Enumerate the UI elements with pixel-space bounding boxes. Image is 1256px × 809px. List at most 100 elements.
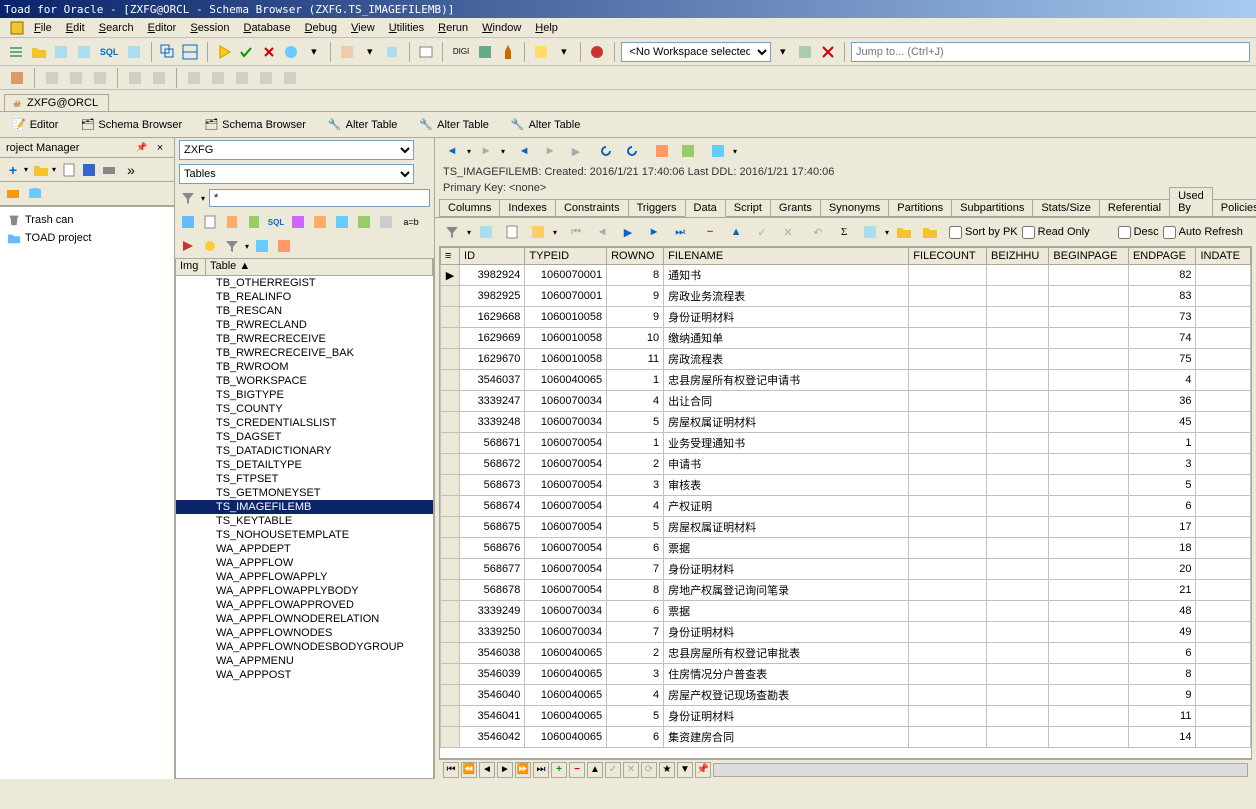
- table-row[interactable]: TS_DATADICTIONARY: [176, 444, 433, 458]
- table-list[interactable]: TB_OTHERREGISTTB_REALINFOTB_RESCANTB_RWR…: [175, 276, 434, 779]
- grid-cell[interactable]: [1049, 265, 1129, 286]
- pm-add-button[interactable]: +: [4, 161, 22, 179]
- grid-cell[interactable]: [987, 685, 1049, 706]
- grid-cell[interactable]: [1196, 580, 1251, 601]
- gt-prev[interactable]: ◄: [591, 221, 613, 243]
- nav-first[interactable]: ⏮: [443, 762, 459, 778]
- grid-cell[interactable]: 1060010058: [525, 328, 607, 349]
- new-conn-button[interactable]: [6, 41, 27, 63]
- table-row[interactable]: TB_RWRECRECEIVE_BAK: [176, 346, 433, 360]
- grid-cell[interactable]: [1049, 622, 1129, 643]
- row-indicator[interactable]: [441, 643, 460, 664]
- grid-cell[interactable]: 10: [607, 328, 664, 349]
- grid-row[interactable]: 56867310600700543审核表5: [441, 475, 1251, 496]
- row-indicator[interactable]: [441, 559, 460, 580]
- grid-cell[interactable]: [987, 580, 1049, 601]
- row-indicator[interactable]: [441, 517, 460, 538]
- grid-cell[interactable]: 4: [607, 496, 664, 517]
- grid-cell[interactable]: 身份证明材料: [664, 622, 909, 643]
- nav-last[interactable]: ⏭: [533, 762, 549, 778]
- mid-btn-8[interactable]: [355, 213, 373, 231]
- pm-open-button[interactable]: [32, 161, 50, 179]
- tab-subpartitions[interactable]: Subpartitions: [951, 199, 1033, 217]
- grid-cell[interactable]: 2: [607, 454, 664, 475]
- rnav-refresh[interactable]: [595, 140, 617, 162]
- object-type-select[interactable]: Tables: [179, 164, 414, 184]
- sec-btn-7[interactable]: [183, 67, 205, 89]
- grid-cell[interactable]: [1049, 727, 1129, 748]
- table-row[interactable]: WA_APPFLOWNODES: [176, 626, 433, 640]
- grid-cell[interactable]: [909, 433, 987, 454]
- mid-a-eq-b-button[interactable]: a=b: [399, 213, 423, 231]
- tool-btn-4[interactable]: [74, 41, 95, 63]
- grid-cell[interactable]: [987, 433, 1049, 454]
- mid-btn-1[interactable]: [179, 213, 197, 231]
- rnav-refresh-all[interactable]: [621, 140, 643, 162]
- sec-btn-4[interactable]: [89, 67, 111, 89]
- grid-cell[interactable]: 3546042: [460, 727, 525, 748]
- menu-edit[interactable]: Edit: [60, 20, 91, 36]
- gt-minus[interactable]: −: [699, 221, 721, 243]
- grid-row[interactable]: 333925010600700347身份证明材料49: [441, 622, 1251, 643]
- grid-cell[interactable]: 1629669: [460, 328, 525, 349]
- grid-cell[interactable]: [1196, 601, 1251, 622]
- grid-col-id[interactable]: ID: [460, 248, 525, 265]
- grid-cell[interactable]: [1049, 496, 1129, 517]
- nav-prev[interactable]: ◄: [479, 762, 495, 778]
- grid-cell[interactable]: [987, 517, 1049, 538]
- doc-tab-3[interactable]: 🔧Alter Table: [322, 116, 403, 133]
- grid-row[interactable]: 333924910600700346票据48: [441, 601, 1251, 622]
- row-indicator[interactable]: [441, 664, 460, 685]
- grid-cell[interactable]: 1060070054: [525, 475, 607, 496]
- ws-btn-a[interactable]: [795, 41, 816, 63]
- grid-cell[interactable]: 3339250: [460, 622, 525, 643]
- commit-button[interactable]: [236, 41, 257, 63]
- grid-cell[interactable]: 18: [1128, 538, 1196, 559]
- gt-btn-e[interactable]: [893, 221, 915, 243]
- table-row[interactable]: TS_IMAGEFILEMB: [176, 500, 433, 514]
- doc-tab-1[interactable]: 🗂Schema Browser: [74, 116, 188, 133]
- tool-btn-h[interactable]: [416, 41, 437, 63]
- grid-cell[interactable]: [987, 496, 1049, 517]
- grid-cell[interactable]: [1049, 454, 1129, 475]
- grid-row[interactable]: 162966810600100589身份证明材料73: [441, 307, 1251, 328]
- grid-row[interactable]: 333924710600700344出让合同36: [441, 391, 1251, 412]
- grid-cell[interactable]: [987, 706, 1049, 727]
- tool-btn-l[interactable]: ▾: [554, 41, 575, 63]
- ws-dropdown-button[interactable]: ▾: [773, 41, 794, 63]
- grid-cell[interactable]: 3546037: [460, 370, 525, 391]
- system-menu-icon[interactable]: [6, 17, 28, 39]
- digi-button[interactable]: DIGI: [449, 41, 473, 63]
- row-indicator[interactable]: [441, 286, 460, 307]
- table-row[interactable]: TB_RWRECRECEIVE: [176, 332, 433, 346]
- gt-sigma[interactable]: Σ: [833, 221, 855, 243]
- row-indicator[interactable]: [441, 706, 460, 727]
- sec-btn-10[interactable]: [255, 67, 277, 89]
- gt-first[interactable]: ⏮: [565, 221, 587, 243]
- row-indicator[interactable]: [441, 538, 460, 559]
- grid-row[interactable]: 354603710600400651忠县房屋所有权登记申请书4: [441, 370, 1251, 391]
- grid-cell[interactable]: 3546039: [460, 664, 525, 685]
- table-row[interactable]: TS_COUNTY: [176, 402, 433, 416]
- grid-cell[interactable]: 568676: [460, 538, 525, 559]
- read-only-checkbox[interactable]: Read Only: [1022, 226, 1090, 239]
- table-row[interactable]: WA_APPFLOWAPPLYBODY: [176, 584, 433, 598]
- sql-button[interactable]: SQL: [96, 41, 122, 63]
- grid-cell[interactable]: 缴纳通知单: [664, 328, 909, 349]
- menu-database[interactable]: Database: [237, 20, 296, 36]
- grid-cell[interactable]: 20: [1128, 559, 1196, 580]
- sec-btn-11[interactable]: [279, 67, 301, 89]
- mid-btn-5[interactable]: [289, 213, 307, 231]
- grid-cell[interactable]: [1196, 370, 1251, 391]
- sec-btn-9[interactable]: [231, 67, 253, 89]
- menu-view[interactable]: View: [345, 20, 381, 36]
- row-indicator[interactable]: [441, 622, 460, 643]
- table-row[interactable]: WA_APPPOST: [176, 668, 433, 682]
- grid-cell[interactable]: [987, 622, 1049, 643]
- sec-btn-5[interactable]: [124, 67, 146, 89]
- table-row[interactable]: TB_RESCAN: [176, 304, 433, 318]
- grid-cell[interactable]: [909, 517, 987, 538]
- grid-row[interactable]: 354604210600400656集资建房合同14: [441, 727, 1251, 748]
- grid-cell[interactable]: 1060010058: [525, 349, 607, 370]
- grid-cell[interactable]: 1060040065: [525, 706, 607, 727]
